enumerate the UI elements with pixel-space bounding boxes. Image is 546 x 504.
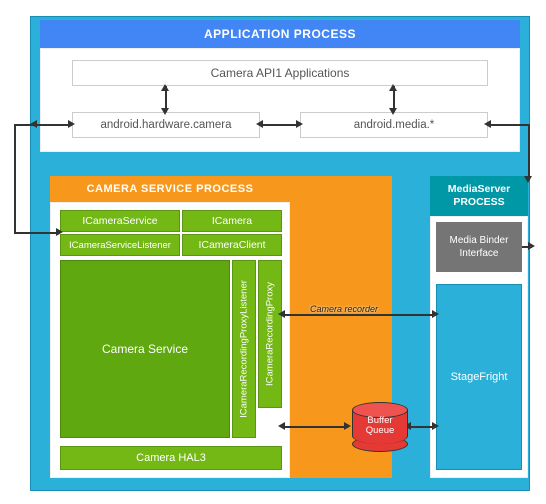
camera-hal3-box: Camera HAL3 [60, 446, 282, 470]
arrowhead-icon [68, 120, 75, 128]
arrowhead-icon [389, 108, 397, 115]
icamera-recording-proxy-box: ICameraRecordingProxy [258, 260, 282, 408]
arrowhead-icon [256, 120, 263, 128]
camera-api1-applications-box: Camera API1 Applications [72, 60, 488, 86]
arrow-csp-to-buffer [282, 426, 348, 428]
arrowhead-icon [344, 422, 351, 430]
icamera-client-box: ICameraClient [182, 234, 282, 256]
arrow-left-loop-v [14, 124, 16, 234]
arrowhead-icon [528, 242, 535, 250]
media-binder-interface-box: Media Binder Interface [436, 222, 522, 272]
application-process-header: APPLICATION PROCESS [40, 20, 520, 48]
arrowhead-icon [524, 176, 532, 183]
camera-recorder-arrow-label: Camera recorder [310, 304, 378, 314]
arrow-camera-recorder [282, 314, 436, 316]
mediaserver-process-header: MediaServer PROCESS [430, 176, 528, 216]
buffer-queue-label: Buffer Queue [352, 416, 408, 437]
arrow-media-down [528, 124, 530, 180]
arrow-media-right [488, 124, 528, 126]
arrow-left-loop-bottom [14, 232, 60, 234]
android-media-box: android.media.* [300, 112, 488, 138]
arrowhead-icon [389, 84, 397, 91]
arrowhead-icon [278, 310, 285, 318]
icamera-recording-proxy-label: ICameraRecordingProxy [265, 282, 276, 386]
arrowhead-icon [161, 108, 169, 115]
stagefright-box: StageFright [436, 284, 522, 470]
buffer-queue-cylinder: Buffer Queue [352, 402, 408, 450]
icamera-recording-proxy-listener-label: ICameraRecordingProxyListener [239, 280, 250, 418]
camera-service-process-header: CAMERA SERVICE PROCESS [50, 176, 290, 202]
arrowhead-icon [30, 120, 37, 128]
arrow-hw-left [34, 124, 72, 126]
camera-service-box: Camera Service [60, 260, 230, 438]
arrowhead-icon [278, 422, 285, 430]
arrow-hw-media [260, 124, 300, 126]
arrowhead-icon [432, 310, 439, 318]
arrowhead-icon [484, 120, 491, 128]
arrowhead-icon [161, 84, 169, 91]
arrowhead-icon [432, 422, 439, 430]
icamera-box: ICamera [182, 210, 282, 232]
icamera-service-listener-box: ICameraServiceListener [60, 234, 180, 256]
arrowhead-icon [56, 228, 63, 236]
icamera-service-box: ICameraService [60, 210, 180, 232]
android-hardware-camera-box: android.hardware.camera [72, 112, 260, 138]
arrowhead-icon [296, 120, 303, 128]
icamera-recording-proxy-listener-box: ICameraRecordingProxyListener [232, 260, 256, 438]
